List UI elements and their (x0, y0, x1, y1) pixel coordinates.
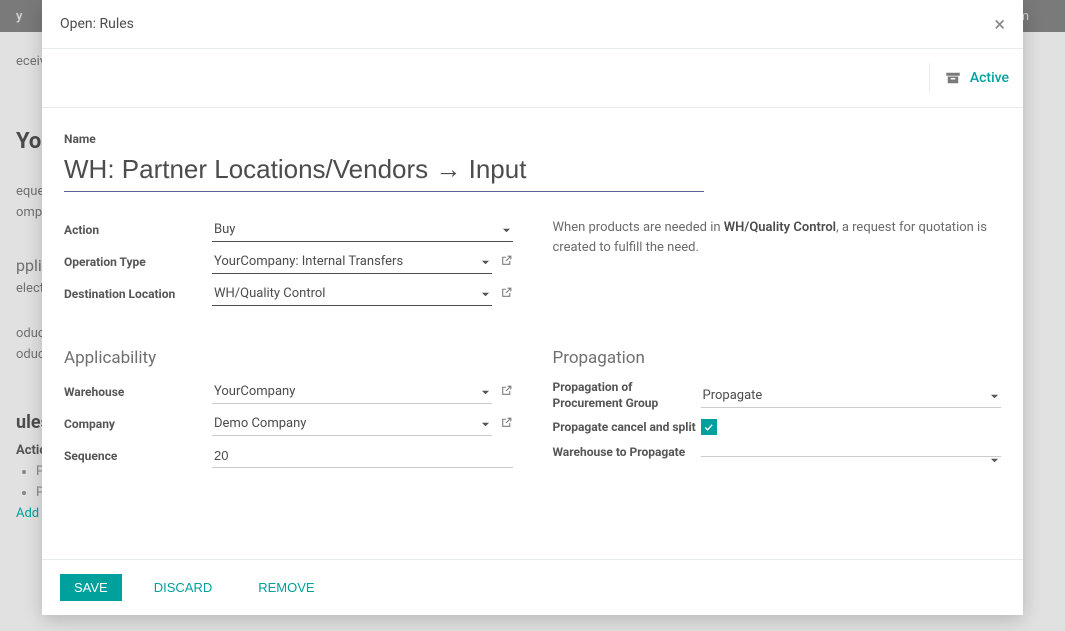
discard-button[interactable]: DISCARD (140, 574, 227, 601)
save-button[interactable]: SAVE (60, 574, 122, 601)
rule-description: When products are needed in WH/Quality C… (553, 218, 1002, 257)
warehouse-prop-label: Warehouse to Propagate (553, 445, 701, 461)
operation-type-select[interactable]: YourCompany: Internal Transfers (212, 250, 492, 274)
modal-footer: SAVE DISCARD REMOVE (42, 559, 1023, 615)
active-toggle[interactable]: Active (929, 63, 1023, 93)
company-select[interactable]: Demo Company (212, 412, 492, 436)
warehouse-prop-select[interactable] (701, 448, 1002, 457)
archive-icon (944, 69, 962, 87)
modal-title: Open: Rules (60, 16, 134, 32)
proc-group-select[interactable]: Propagate (701, 384, 1002, 408)
destination-select[interactable]: WH/Quality Control (212, 282, 492, 306)
modal-body: Active Name Action Buy Operation Type (42, 49, 1023, 559)
action-label: Action (64, 223, 212, 237)
external-link-icon[interactable] (500, 286, 513, 303)
cancel-split-checkbox[interactable] (701, 419, 717, 435)
company-label: Company (64, 417, 212, 431)
modal-dialog: Open: Rules × Active Name Action Buy (42, 0, 1023, 615)
cancel-split-label: Propagate cancel and split (553, 420, 701, 436)
action-select[interactable]: Buy (212, 218, 513, 242)
active-label: Active (970, 70, 1009, 86)
operation-type-label: Operation Type (64, 255, 212, 269)
logo-fragment: y (16, 9, 22, 24)
modal-header: Open: Rules × (42, 0, 1023, 49)
warehouse-label: Warehouse (64, 385, 212, 399)
remove-button[interactable]: REMOVE (244, 574, 328, 601)
external-link-icon[interactable] (500, 384, 513, 401)
sequence-label: Sequence (64, 449, 212, 463)
propagation-title: Propagation (553, 348, 1002, 368)
applicability-title: Applicability (64, 348, 513, 368)
destination-label: Destination Location (64, 287, 212, 301)
warehouse-select[interactable]: YourCompany (212, 380, 492, 404)
close-icon[interactable]: × (994, 14, 1005, 34)
sequence-input[interactable] (212, 444, 513, 468)
proc-group-label: Propagation of Procurement Group (553, 380, 701, 411)
name-input[interactable] (64, 148, 704, 192)
external-link-icon[interactable] (500, 254, 513, 271)
external-link-icon[interactable] (500, 416, 513, 433)
name-label: Name (64, 132, 1001, 146)
